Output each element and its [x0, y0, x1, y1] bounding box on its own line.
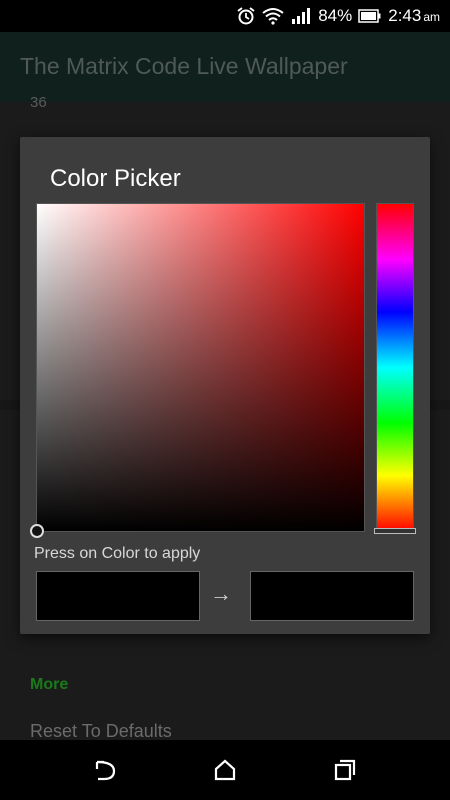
saturation-value-picker[interactable]	[30, 203, 365, 538]
wifi-icon	[262, 7, 284, 25]
setting-value: 36	[30, 94, 47, 111]
status-icons: 84% 2:43 am	[236, 6, 440, 26]
recent-apps-button[interactable]	[332, 758, 358, 782]
back-button[interactable]	[92, 758, 118, 782]
apply-hint: Press on Color to apply	[34, 545, 201, 562]
home-icon	[214, 759, 236, 781]
status-bar: 84% 2:43 am	[0, 0, 450, 32]
app-bar: The Matrix Code Live Wallpaper	[0, 32, 450, 102]
clock-ampm: am	[423, 10, 440, 24]
section-header-more: More	[30, 676, 69, 693]
signal-icon	[290, 7, 312, 25]
app-title: The Matrix Code Live Wallpaper	[20, 53, 348, 79]
navigation-bar	[0, 740, 450, 800]
new-color-swatch[interactable]	[250, 571, 414, 621]
back-icon	[95, 760, 116, 781]
dialog-title: Color Picker	[50, 165, 181, 192]
alarm-icon	[236, 6, 256, 26]
battery-icon	[358, 9, 382, 23]
recent-apps-icon	[334, 759, 356, 781]
battery-percent: 84%	[318, 6, 353, 25]
reset-to-defaults-item[interactable]: Reset To Defaults	[30, 721, 172, 742]
clock: 2:43 am	[388, 6, 440, 26]
hue-slider[interactable]	[374, 203, 416, 534]
arrow-right-icon: →	[210, 581, 232, 606]
clock-time: 2:43	[388, 6, 422, 25]
old-color-swatch[interactable]	[36, 571, 200, 621]
color-picker-dialog: Color Picker Press on Color to apply →	[20, 137, 430, 634]
hue-slider-handle[interactable]	[374, 528, 416, 534]
home-button[interactable]	[212, 758, 238, 782]
saturation-value-handle[interactable]	[30, 524, 44, 538]
